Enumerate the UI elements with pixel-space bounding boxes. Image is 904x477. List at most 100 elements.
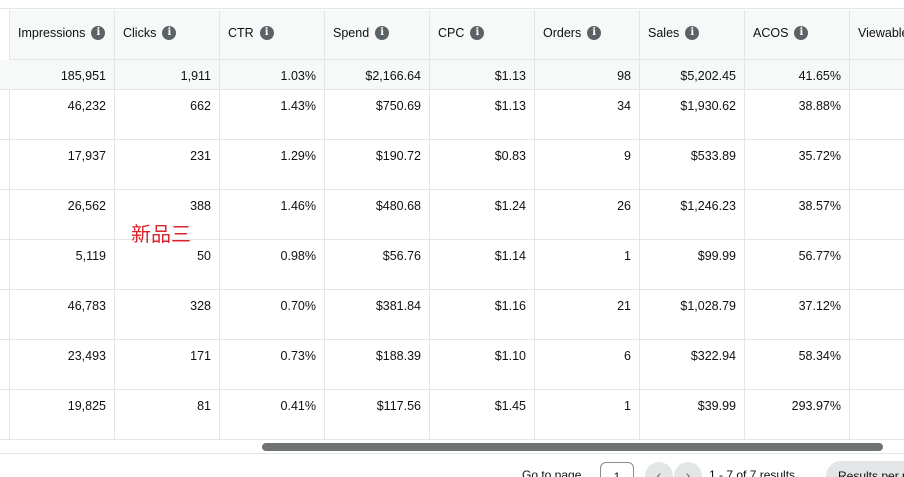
- cell-value: 34: [617, 99, 631, 113]
- summary-cell: 41.65%: [745, 60, 850, 90]
- info-icon[interactable]: i: [375, 26, 390, 40]
- page-number-input[interactable]: 1: [600, 462, 634, 477]
- cell-value: $533.89: [690, 149, 736, 163]
- table-cell: 1.46%: [220, 190, 325, 240]
- cell-value: $480.68: [375, 199, 421, 213]
- cell-value: 5,119: [75, 249, 106, 263]
- table-cell: 0.70%: [220, 290, 325, 340]
- table-cell: 1.29%: [220, 140, 325, 190]
- table-cell: $39.99: [640, 390, 745, 440]
- prev-page-button[interactable]: ‹: [645, 462, 673, 477]
- table-cell: [850, 90, 904, 140]
- chevron-left-icon: ‹: [656, 467, 662, 477]
- horizontal-scrollbar-thumb[interactable]: [262, 443, 883, 451]
- cell-value: 46,783: [67, 299, 106, 313]
- cell-value: 21: [617, 299, 631, 313]
- cell-value: $1.13: [494, 69, 526, 83]
- column-header-impressions[interactable]: Impressions i: [10, 10, 115, 60]
- column-header-clicks[interactable]: Clicks i: [115, 10, 220, 60]
- table-cell: 21: [535, 290, 640, 340]
- cell-value: $1.14: [494, 249, 526, 263]
- table-cell: 58.34%: [745, 340, 850, 390]
- cell-value: 41.65%: [798, 69, 841, 83]
- summary-cell: $1.13: [430, 60, 535, 90]
- row-selector-cell: [0, 240, 10, 290]
- cell-value: 328: [190, 299, 211, 313]
- cell-value: $322.94: [690, 349, 736, 363]
- cell-value: 46,232: [67, 99, 106, 113]
- info-icon[interactable]: i: [259, 26, 274, 40]
- cell-value: $1.10: [494, 349, 526, 363]
- row-selector-cell: [0, 390, 10, 440]
- table-cell: $190.72: [325, 140, 430, 190]
- cell-value: 9: [624, 149, 631, 163]
- table-cell: 6: [535, 340, 640, 390]
- cell-value: 1.29%: [280, 149, 316, 163]
- table-cell: 19,825: [10, 390, 115, 440]
- info-icon[interactable]: i: [587, 26, 602, 40]
- cell-value: 0.41%: [280, 399, 316, 413]
- summary-cell: 98: [535, 60, 640, 90]
- results-per-page-button[interactable]: Results per page: [826, 461, 904, 477]
- table-cell: 231: [115, 140, 220, 190]
- table-cell: 46,232: [10, 90, 115, 140]
- row-selector-cell: [0, 90, 10, 140]
- row-selector-cell: [0, 140, 10, 190]
- table-cell: $1,930.62: [640, 90, 745, 140]
- table-cell: 23,493: [10, 340, 115, 390]
- cell-value: $1.45: [494, 399, 526, 413]
- cell-value: 19,825: [67, 399, 106, 413]
- cell-value: $1,930.62: [680, 99, 736, 113]
- table-cell: 38.57%: [745, 190, 850, 240]
- table-cell: 1: [535, 390, 640, 440]
- results-range-text: 1 - 7 of 7 results: [709, 468, 796, 477]
- column-header-acos[interactable]: ACOS i: [745, 10, 850, 60]
- cell-value: 1: [624, 399, 631, 413]
- table-cell: 1: [535, 240, 640, 290]
- table-cell: $1.45: [430, 390, 535, 440]
- table-cell: 37.12%: [745, 290, 850, 340]
- cell-value: 81: [197, 399, 211, 413]
- column-header-cpc[interactable]: CPC i: [430, 10, 535, 60]
- cell-value: 35.72%: [798, 149, 841, 163]
- table-cell: $1.10: [430, 340, 535, 390]
- table-cell: $480.68: [325, 190, 430, 240]
- cell-value: 0.70%: [280, 299, 316, 313]
- cell-value: $188.39: [375, 349, 421, 363]
- summary-cell: $5,202.45: [640, 60, 745, 90]
- cell-value: 1: [624, 249, 631, 263]
- info-icon[interactable]: i: [685, 26, 700, 40]
- table-cell: $1.13: [430, 90, 535, 140]
- cell-value: $750.69: [375, 99, 421, 113]
- column-header-sales[interactable]: Sales i: [640, 10, 745, 60]
- column-header-ctr[interactable]: CTR i: [220, 10, 325, 60]
- column-header-viewable[interactable]: Viewable: [850, 10, 904, 60]
- summary-cell: $2,166.64: [325, 60, 430, 90]
- row-selector-cell: [0, 340, 10, 390]
- cell-value: 185,951: [60, 69, 106, 83]
- next-page-button[interactable]: ›: [674, 462, 702, 477]
- annotation-label: 新品三: [131, 222, 191, 246]
- column-header-label: Sales: [648, 26, 680, 40]
- column-header-spend[interactable]: Spend i: [325, 10, 430, 60]
- chevron-right-icon: ›: [685, 467, 691, 477]
- table-cell: $1.14: [430, 240, 535, 290]
- table-cell: 328: [115, 290, 220, 340]
- table-cell: $117.56: [325, 390, 430, 440]
- table-cell: [850, 290, 904, 340]
- column-header-label: CPC: [438, 26, 465, 40]
- cell-value: $1.13: [494, 99, 526, 113]
- cell-value: $117.56: [376, 399, 421, 413]
- info-icon[interactable]: i: [794, 26, 809, 40]
- cell-value: 1.03%: [280, 69, 316, 83]
- cell-value: 1,911: [180, 69, 211, 83]
- table-cell: $1,028.79: [640, 290, 745, 340]
- info-icon[interactable]: i: [162, 26, 177, 40]
- cell-value: $190.72: [375, 149, 421, 163]
- info-icon[interactable]: i: [470, 26, 485, 40]
- column-header-label: Clicks: [123, 26, 157, 40]
- column-header-orders[interactable]: Orders i: [535, 10, 640, 60]
- table-cell: [850, 240, 904, 290]
- row-selector-cell: [0, 290, 10, 340]
- info-icon[interactable]: i: [91, 26, 106, 40]
